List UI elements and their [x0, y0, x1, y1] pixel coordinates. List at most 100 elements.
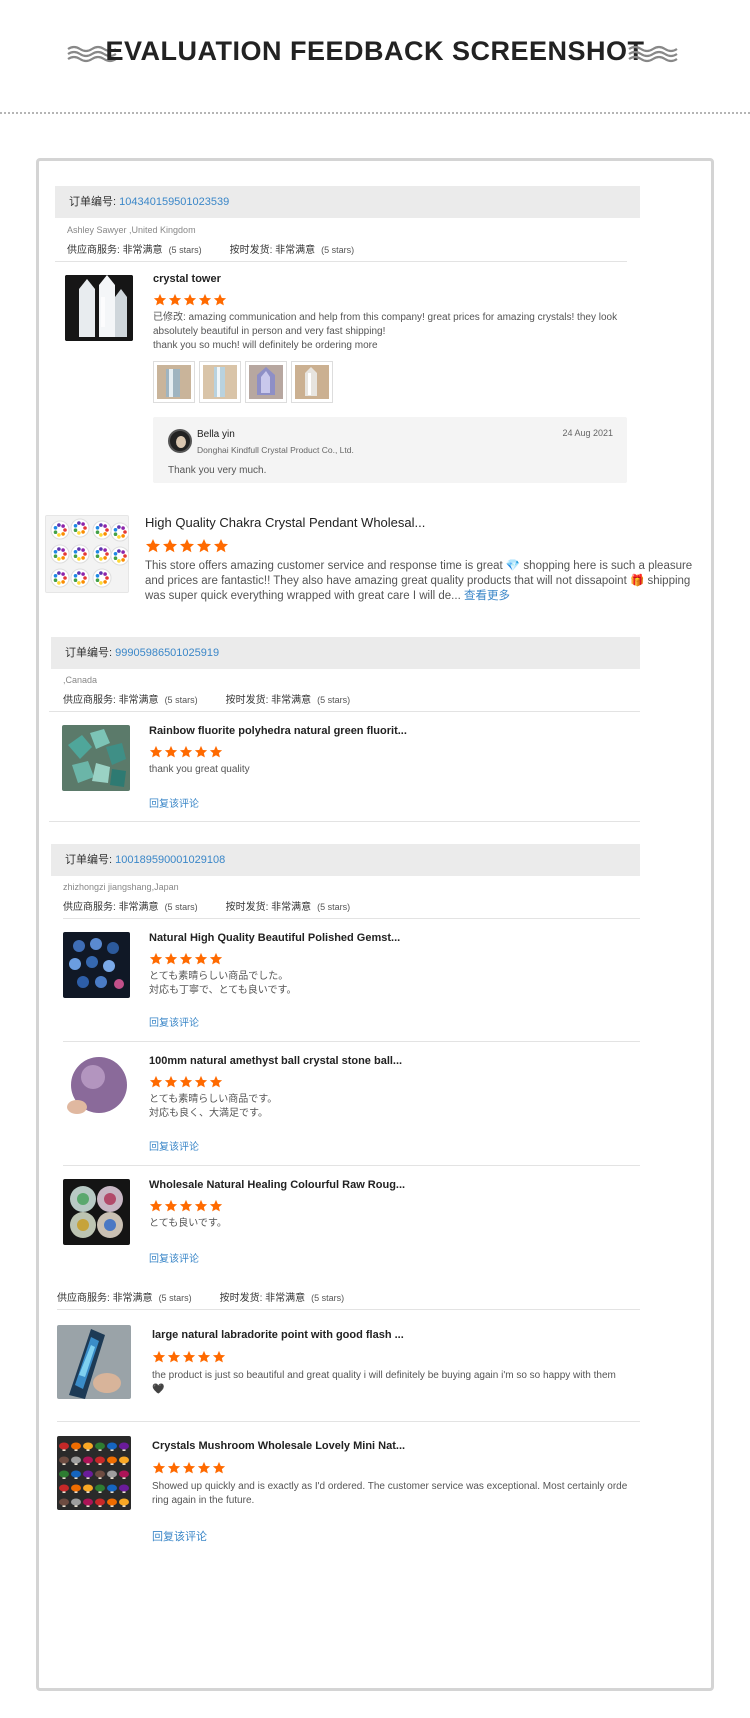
- order-label: 订单编号:: [65, 647, 113, 659]
- seller-rating: 供应商服务: 非常满意 (5 stars) 按时发货: 非常满意 (5 stars): [67, 245, 355, 256]
- feedback-frame: 订单编号: 104340159501023539 Ashley Sawyer ,…: [36, 158, 714, 1691]
- header-divider: [0, 112, 750, 114]
- product-title[interactable]: large natural labradorite point with goo…: [152, 1329, 404, 1341]
- review-text: This store offers amazing customer servi…: [145, 560, 693, 602]
- reply-text: Thank you very much.: [168, 465, 267, 476]
- order-number-link[interactable]: 104340159501023539: [119, 196, 229, 208]
- review-photo[interactable]: [153, 361, 195, 403]
- order-bar: 订单编号: 99905986501025919: [51, 637, 640, 669]
- product-title[interactable]: Rainbow fluorite polyhedra natural green…: [149, 725, 407, 737]
- divider: [49, 711, 640, 712]
- seller-reply: Bella yin Donghai Kindfull Crystal Produ…: [153, 417, 627, 483]
- star-rating: [145, 538, 229, 553]
- star-icon: [149, 952, 163, 965]
- star-icon: [180, 539, 194, 553]
- product-image[interactable]: [45, 515, 129, 593]
- star-icon: [152, 1461, 166, 1474]
- product-title[interactable]: Natural High Quality Beautiful Polished …: [149, 932, 400, 944]
- star-icon: [179, 1075, 193, 1088]
- star-icon: [164, 952, 178, 965]
- star-icon: [194, 1075, 208, 1088]
- product-image[interactable]: [63, 1055, 130, 1121]
- star-icon: [164, 1199, 178, 1212]
- order-label: 订单编号:: [69, 196, 117, 208]
- product-image[interactable]: [57, 1325, 131, 1399]
- divider: [63, 1165, 640, 1166]
- star-icon: [149, 1199, 163, 1212]
- review-photo[interactable]: [245, 361, 287, 403]
- reply-comment-link[interactable]: 回复该评论: [149, 1250, 199, 1265]
- star-icon: [194, 1199, 208, 1212]
- review-photo[interactable]: [199, 361, 241, 403]
- divider: [49, 821, 640, 822]
- review-photo[interactable]: [291, 361, 333, 403]
- review-text: とても素晴らしい商品です。 対応も良く、大満足です。: [149, 1094, 278, 1119]
- star-icon: [209, 952, 223, 965]
- star-icon: [182, 1350, 196, 1363]
- star-icon: [209, 1199, 223, 1212]
- review-text: Showed up quickly and is exactly as I'd …: [152, 1481, 628, 1506]
- star-rating: [149, 952, 223, 966]
- divider: [63, 918, 640, 919]
- star-icon: [146, 539, 160, 553]
- star-icon: [167, 1350, 181, 1363]
- reply-comment-link[interactable]: 回复该评论: [149, 1138, 199, 1153]
- product-image[interactable]: [62, 725, 130, 791]
- star-icon: [197, 1350, 211, 1363]
- seller-rating: 供应商服务: 非常满意 (5 stars) 按时发货: 非常满意 (5 stars): [63, 902, 351, 913]
- page-header: EVALUATION FEEDBACK SCREENSHOT: [0, 0, 750, 110]
- star-rating: [149, 1199, 223, 1213]
- reply-company: Donghai Kindfull Crystal Product Co., Lt…: [197, 445, 354, 455]
- star-rating: [153, 293, 227, 307]
- reply-comment-link[interactable]: 回复该评论: [152, 1528, 207, 1544]
- buyer-name: zhizhongzi jiangshang,Japan: [63, 882, 179, 892]
- divider: [63, 1041, 640, 1042]
- see-more-link[interactable]: 查看更多: [464, 590, 510, 602]
- order-bar: 订单编号: 104340159501023539: [55, 186, 640, 218]
- order-label: 订单编号:: [65, 854, 113, 866]
- reply-comment-link[interactable]: 回复该评论: [149, 1014, 199, 1029]
- product-image[interactable]: [63, 1179, 130, 1245]
- star-icon: [198, 293, 212, 306]
- avatar-icon: [168, 429, 192, 453]
- review-text: thank you great quality: [149, 764, 250, 775]
- order-number-link[interactable]: 100189590001029108: [115, 854, 225, 866]
- buyer-name: ,Canada: [63, 675, 98, 685]
- star-icon: [152, 1350, 166, 1363]
- star-icon: [149, 745, 163, 758]
- star-rating: [152, 1461, 226, 1475]
- product-title[interactable]: High Quality Chakra Crystal Pendant Whol…: [145, 515, 425, 530]
- product-title[interactable]: 100mm natural amethyst ball crystal ston…: [149, 1055, 402, 1067]
- star-rating: [149, 1075, 223, 1089]
- order-bar: 订单编号: 100189590001029108: [51, 844, 640, 876]
- reply-comment-link[interactable]: 回复该评论: [149, 795, 199, 810]
- divider: [55, 261, 627, 262]
- product-title[interactable]: Wholesale Natural Healing Colourful Raw …: [149, 1179, 405, 1191]
- star-icon: [168, 293, 182, 306]
- wave-decoration-icon: [628, 45, 678, 63]
- star-icon: [164, 1075, 178, 1088]
- review-text: 已修改: amazing communication and help from…: [153, 312, 618, 351]
- product-title[interactable]: crystal tower: [153, 273, 221, 285]
- star-icon: [209, 745, 223, 758]
- product-image[interactable]: [57, 1436, 131, 1510]
- order-number-link[interactable]: 99905986501025919: [115, 647, 219, 659]
- star-icon: [164, 745, 178, 758]
- star-rating: [149, 745, 223, 759]
- product-image[interactable]: [65, 275, 133, 341]
- product-title[interactable]: Crystals Mushroom Wholesale Lovely Mini …: [152, 1440, 405, 1452]
- product-image[interactable]: [63, 932, 130, 998]
- star-icon: [167, 1461, 181, 1474]
- star-icon: [179, 745, 193, 758]
- review-text: とても良いです。: [149, 1218, 227, 1229]
- review-text: the product is just so beautiful and gre…: [152, 1370, 616, 1395]
- star-icon: [179, 952, 193, 965]
- star-rating: [152, 1350, 226, 1364]
- buyer-name: Ashley Sawyer ,United Kingdom: [67, 225, 196, 235]
- star-icon: [194, 952, 208, 965]
- review-text: とても素晴らしい商品でした。 対応も丁寧で、とても良いです。: [149, 971, 297, 996]
- seller-rating: 供应商服务: 非常满意 (5 stars) 按时发货: 非常满意 (5 stars): [63, 695, 351, 706]
- seller-rating: 供应商服务: 非常满意 (5 stars) 按时发货: 非常满意 (5 stars): [57, 1293, 345, 1304]
- reply-date: 24 Aug 2021: [562, 428, 613, 438]
- divider: [57, 1309, 640, 1310]
